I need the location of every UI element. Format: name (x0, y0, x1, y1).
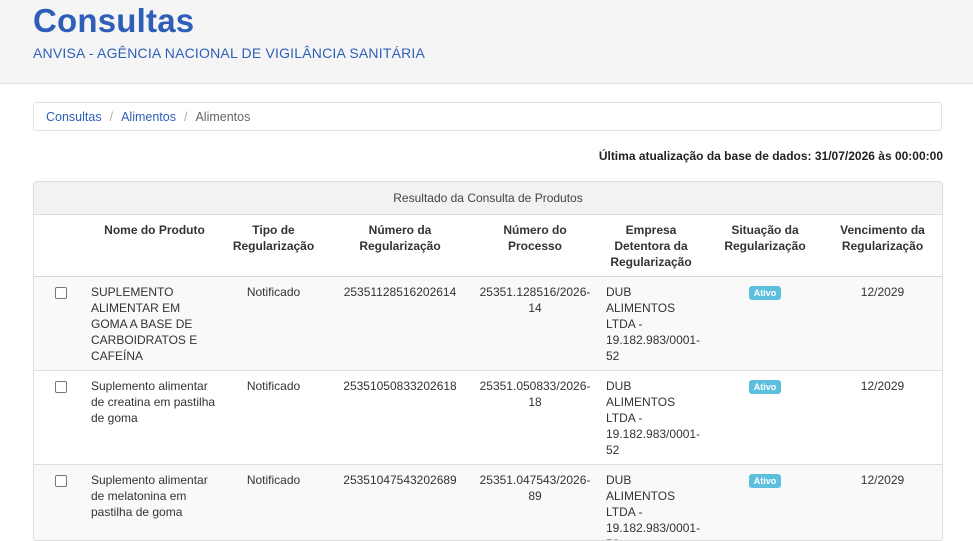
table-row[interactable]: SUPLEMENTO ALIMENTAR EM GOMA A BASE DE C… (34, 277, 942, 371)
company-cell: DUB ALIMENTOS LTDA - 19.182.983/0001-52 (595, 277, 707, 371)
expiration-cell: 12/2029 (823, 277, 942, 371)
company-cell: DUB ALIMENTOS LTDA - 19.182.983/0001-52 (595, 371, 707, 465)
status-badge: Ativo (749, 474, 782, 488)
regularization-type-cell: Notificado (222, 465, 325, 541)
process-number-cell: 25351.050833/2026-18 (475, 371, 595, 465)
breadcrumb-link-alimentos[interactable]: Alimentos (121, 110, 176, 124)
product-name-cell: SUPLEMENTO ALIMENTAR EM GOMA A BASE DE C… (87, 277, 222, 371)
breadcrumb-separator: / (184, 110, 187, 124)
company-cell: DUB ALIMENTOS LTDA - 19.182.983/0001-52 (595, 465, 707, 541)
regularization-type-cell: Notificado (222, 277, 325, 371)
status-badge: Ativo (749, 286, 782, 300)
page-header: Consultas ANVISA - AGÊNCIA NACIONAL DE V… (0, 0, 973, 84)
column-header-process-number[interactable]: Número do Processo (475, 215, 595, 277)
column-header-regularization-number[interactable]: Número da Regularização (325, 215, 475, 277)
regularization-number-cell: 25351050833202618 (325, 371, 475, 465)
product-name-cell: Suplemento alimentar de creatina em past… (87, 371, 222, 465)
column-header-expiration[interactable]: Vencimento da Regularização (823, 215, 942, 277)
row-select-checkbox[interactable] (55, 381, 67, 393)
process-number-cell: 25351.047543/2026-89 (475, 465, 595, 541)
page-subtitle: ANVISA - AGÊNCIA NACIONAL DE VIGILÂNCIA … (33, 45, 425, 61)
table-row[interactable]: Suplemento alimentar de creatina em past… (34, 371, 942, 465)
results-table: Nome do Produto Tipo de Regularização Nú… (34, 215, 942, 541)
product-name-cell: Suplemento alimentar de melatonina em pa… (87, 465, 222, 541)
breadcrumb-current: Alimentos (195, 110, 250, 124)
status-badge: Ativo (749, 380, 782, 394)
column-header-select (34, 215, 87, 277)
breadcrumb-separator: / (110, 110, 113, 124)
expiration-cell: 12/2029 (823, 371, 942, 465)
column-header-status[interactable]: Situação da Regularização (707, 215, 823, 277)
breadcrumb-link-consultas[interactable]: Consultas (46, 110, 102, 124)
breadcrumb: Consultas / Alimentos / Alimentos (33, 102, 942, 131)
row-select-checkbox[interactable] (55, 475, 67, 487)
last-update-info: Última atualização da base de dados: 31/… (599, 149, 943, 163)
process-number-cell: 25351.128516/2026-14 (475, 277, 595, 371)
regularization-number-cell: 25351128516202614 (325, 277, 475, 371)
results-panel: Resultado da Consulta de Produtos Nome d… (33, 181, 943, 541)
regularization-type-cell: Notificado (222, 371, 325, 465)
expiration-cell: 12/2029 (823, 465, 942, 541)
table-row[interactable]: Suplemento alimentar de melatonina em pa… (34, 465, 942, 541)
page-title: Consultas (33, 2, 194, 40)
column-header-product-name[interactable]: Nome do Produto (87, 215, 222, 277)
column-header-company[interactable]: Empresa Detentora da Regularização (595, 215, 707, 277)
row-select-checkbox[interactable] (55, 287, 67, 299)
panel-heading: Resultado da Consulta de Produtos (34, 182, 942, 215)
table-header-row: Nome do Produto Tipo de Regularização Nú… (34, 215, 942, 277)
regularization-number-cell: 25351047543202689 (325, 465, 475, 541)
column-header-regularization-type[interactable]: Tipo de Regularização (222, 215, 325, 277)
